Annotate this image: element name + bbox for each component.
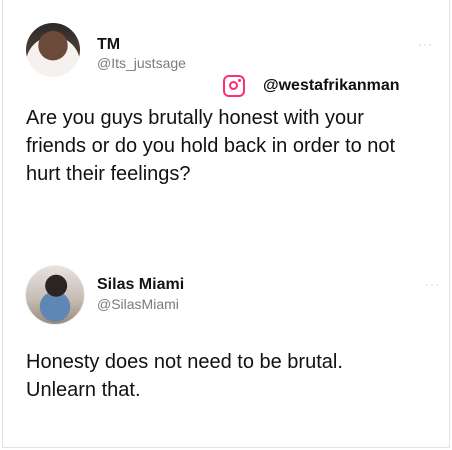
reply-more-options-icon[interactable]: ···: [425, 277, 440, 291]
more-options-icon[interactable]: ···: [418, 37, 433, 51]
reply-author-name[interactable]: Silas Miami: [97, 276, 184, 294]
instagram-icon: [223, 75, 245, 97]
reply-author-handle[interactable]: @SilasMiami: [97, 296, 179, 312]
reply-text: Honesty does not need to be brutal. Unle…: [26, 351, 343, 401]
author-name[interactable]: TM: [97, 36, 120, 54]
watermark-handle: @westafrikanman: [263, 77, 400, 94]
author-handle[interactable]: @Its_justsage: [97, 55, 186, 71]
avatar-silas-miami[interactable]: [25, 265, 85, 325]
instagram-watermark: @westafrikanman: [223, 73, 400, 99]
tweet-text: Are you guys brutally honest with your f…: [26, 107, 396, 185]
avatar-tm[interactable]: [26, 23, 80, 77]
tweet-screenshot-frame: TM @Its_justsage ··· @westafrikanman Are…: [2, 0, 450, 448]
